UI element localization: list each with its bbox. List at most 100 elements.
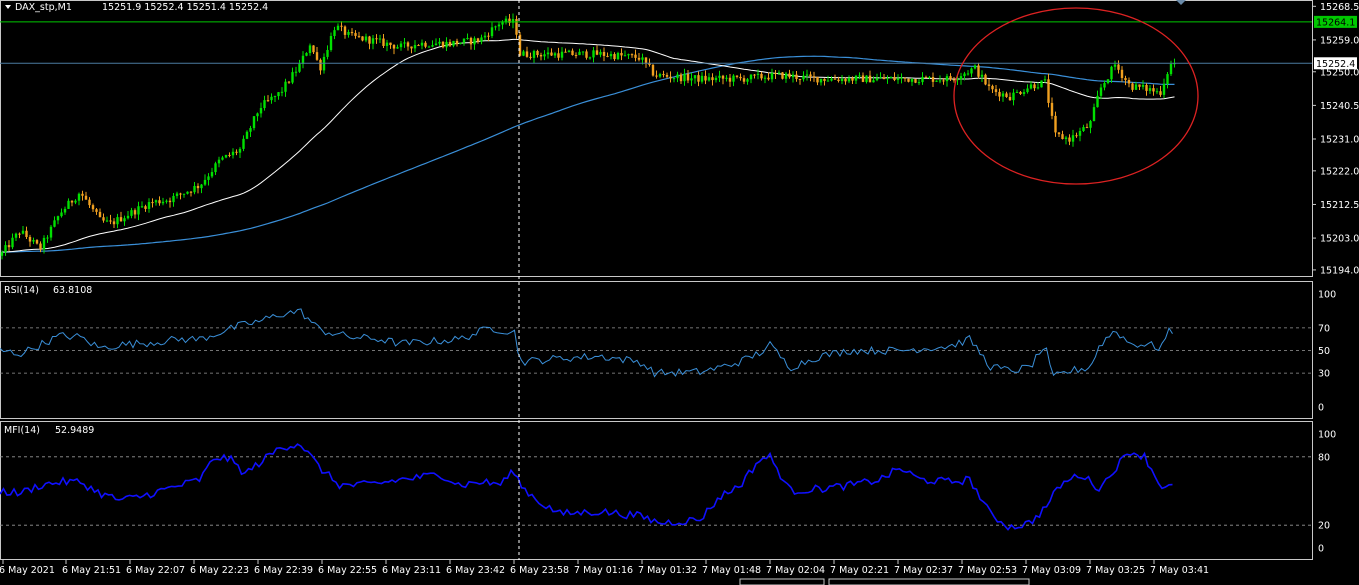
rsi-name: RSI(14) [4, 285, 39, 296]
price-tick-label: 15240.5 [1320, 101, 1359, 112]
candle-body [858, 75, 861, 77]
candle-body [154, 200, 158, 203]
candle-body [480, 37, 483, 42]
candle-body [1152, 88, 1155, 92]
candle-body [819, 78, 823, 83]
candle-body [690, 78, 693, 81]
time-tick-label: 6 May 22:07 [126, 565, 185, 576]
candle-body [550, 52, 553, 56]
candle-body [889, 77, 893, 79]
candle-body [1089, 121, 1092, 128]
chart-tab-2[interactable] [828, 578, 1030, 585]
candle-body [203, 179, 207, 185]
candle-body [1026, 88, 1029, 93]
candle-body [693, 75, 697, 79]
candle-body [711, 77, 714, 81]
candle-body [809, 74, 812, 77]
time-tick-label: 7 May 01:48 [702, 565, 761, 576]
moving-averages [1, 38, 1175, 253]
candle-body [298, 63, 301, 72]
chart-window[interactable]: 15264.115252.4 15268.5 15259.0 15250.0 1524… [0, 0, 1359, 585]
candle-body [581, 51, 585, 53]
candle-body [231, 151, 235, 156]
candle-body [560, 51, 564, 58]
candle-body [602, 51, 606, 56]
time-tick-label: 6 May 22:39 [254, 565, 313, 576]
candle-body [182, 193, 186, 195]
candle-body [1015, 91, 1019, 93]
osc-tick-label: 30 [1318, 369, 1330, 380]
candle-body [1071, 135, 1075, 142]
candle-body [95, 209, 98, 212]
candle-body [473, 38, 476, 45]
candle-body [851, 78, 854, 81]
candle-body [963, 73, 966, 77]
candle-body [333, 30, 336, 37]
candle-body [949, 76, 952, 80]
candle-body [427, 46, 431, 48]
candle-body [81, 193, 84, 196]
candle-body [263, 100, 266, 109]
candle-body [340, 25, 343, 27]
candle-body [1050, 102, 1054, 116]
candle-body [777, 72, 781, 74]
candle-body [102, 217, 105, 221]
candle-body [921, 77, 924, 83]
candle-body [413, 45, 417, 49]
annotation-ellipse [953, 7, 1199, 185]
candle-body [165, 200, 168, 202]
candle-body [53, 220, 56, 227]
candle-body [151, 202, 154, 204]
candle-body [336, 25, 340, 31]
candle-body [445, 41, 448, 48]
candle-body [123, 218, 126, 222]
candle-body [1145, 85, 1148, 91]
candle-body [532, 50, 536, 58]
candle-body [1036, 87, 1040, 89]
candle-body [837, 79, 840, 81]
candle-body [242, 138, 245, 149]
chart-menu-triangle-icon[interactable] [5, 5, 11, 9]
candle-body [294, 71, 298, 73]
candle-body [546, 52, 550, 55]
time-tick-label: 7 May 01:16 [574, 565, 633, 576]
candle-body [641, 57, 644, 60]
candle-body [119, 217, 123, 222]
candle-body [207, 176, 210, 180]
candle-body [669, 76, 672, 79]
candle-body [959, 76, 963, 80]
candle-body [291, 72, 294, 83]
candle-body [882, 77, 886, 80]
chart-tab-1[interactable] [739, 578, 825, 585]
mfi-name: MFI(14) [4, 425, 40, 436]
candle-body [326, 49, 329, 57]
osc-tick-label: 0 [1318, 544, 1324, 555]
candle-body [515, 18, 518, 35]
candle-body [25, 230, 28, 237]
candle-body [658, 74, 662, 77]
candle-body [483, 35, 487, 38]
candle-body [140, 206, 144, 208]
candle-body [620, 52, 623, 56]
candle-body [280, 91, 284, 93]
candle-body [1103, 83, 1106, 88]
candle-body [88, 199, 91, 206]
candle-body [368, 36, 371, 44]
candle-body [567, 50, 571, 53]
candle-body [886, 78, 889, 80]
candle-body [616, 52, 620, 60]
osc-tick-label: 80 [1318, 452, 1330, 463]
candle-body [424, 42, 427, 47]
candle-body [235, 151, 238, 153]
time-tick-label: 7 May 02:21 [830, 565, 889, 576]
candle-body [1001, 93, 1005, 97]
candle-body [1134, 84, 1138, 90]
candle-body [676, 74, 679, 79]
candle-body [844, 78, 847, 82]
candle-body [991, 85, 994, 90]
osc-tick-label: 70 [1318, 323, 1330, 334]
candle-body [599, 51, 602, 55]
candle-body [585, 51, 588, 58]
candle-body [1138, 84, 1141, 87]
candle-body [1113, 64, 1117, 67]
